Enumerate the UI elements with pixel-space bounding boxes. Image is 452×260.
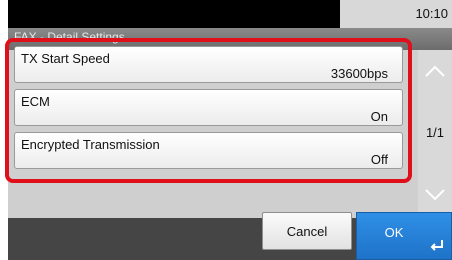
setting-value: Off [370, 152, 388, 167]
setting-label: TX Start Speed [21, 51, 110, 66]
enter-icon [430, 240, 443, 251]
chevron-up-icon [425, 65, 445, 77]
setting-tx-start-speed[interactable]: TX Start Speed 33600bps [14, 46, 403, 83]
ok-button-label: OK [384, 225, 404, 240]
clock: 10:10 [415, 6, 448, 21]
page-title: FAX - Detail Settings [14, 30, 125, 44]
status-bar: 10:10 [8, 0, 452, 28]
cancel-button[interactable]: Cancel [262, 212, 352, 250]
scroll-down-button[interactable] [418, 174, 452, 214]
scroll-up-button[interactable] [418, 52, 452, 92]
setting-encrypted-transmission[interactable]: Encrypted Transmission Off [14, 132, 403, 169]
status-message-area [8, 0, 340, 28]
setting-ecm[interactable]: ECM On [14, 89, 403, 126]
page-indicator: 1/1 [425, 125, 445, 140]
setting-label: ECM [21, 94, 50, 109]
setting-label: Encrypted Transmission [21, 137, 160, 152]
fax-detail-settings-screen: 10:10 FAX - Detail Settings TX Start Spe… [0, 0, 452, 260]
ok-button[interactable]: OK [356, 212, 452, 260]
setting-value: 33600bps [330, 66, 388, 81]
setting-value: On [370, 109, 388, 124]
chevron-down-icon [425, 189, 445, 201]
